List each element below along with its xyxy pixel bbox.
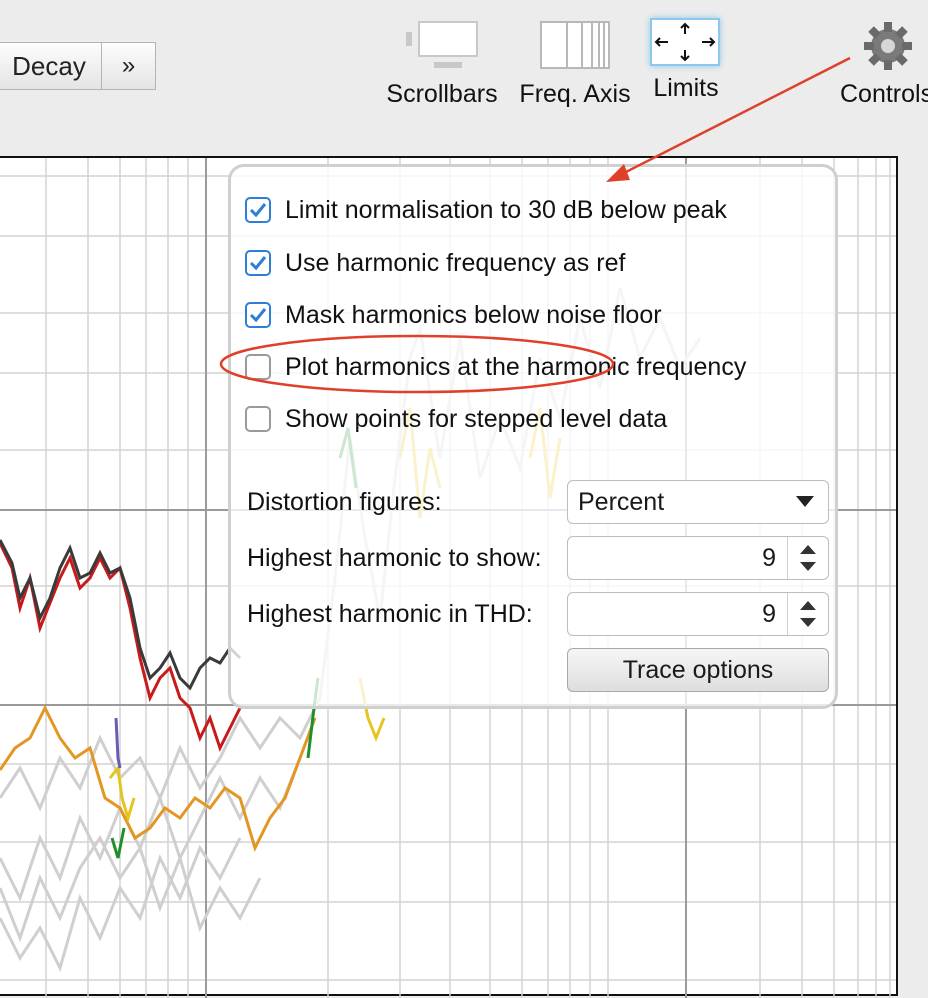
- highest-thd-value: 9: [762, 600, 776, 628]
- controls-label: Controls: [840, 80, 928, 108]
- more-tools-button[interactable]: »: [101, 42, 156, 90]
- stepper-up-icon[interactable]: [800, 545, 816, 554]
- plot-harmonics-label: Plot harmonics at the harmonic frequency: [285, 352, 747, 381]
- stepper-buttons[interactable]: [787, 593, 828, 635]
- scrollbars-icon: [406, 21, 478, 68]
- freq-axis-tool[interactable]: Freq. Axis: [516, 18, 634, 109]
- limit-normalisation-option[interactable]: Limit normalisation to 30 dB below peak: [245, 195, 727, 225]
- scrollbars-tool[interactable]: Scrollbars: [384, 18, 500, 109]
- distortion-figures-value: Percent: [578, 487, 665, 516]
- trace-options-button[interactable]: Trace options: [567, 648, 829, 692]
- stepper-up-icon[interactable]: [800, 601, 816, 610]
- highest-thd-label: Highest harmonic in THD:: [247, 600, 533, 628]
- mask-harmonics-option[interactable]: Mask harmonics below noise floor: [245, 300, 662, 330]
- limits-label: Limits: [653, 74, 719, 102]
- freq-axis-icon: [540, 21, 610, 69]
- limit-normalisation-label: Limit normalisation to 30 dB below peak: [285, 195, 727, 224]
- highest-show-label: Highest harmonic to show:: [247, 544, 542, 572]
- distortion-figures-label: Distortion figures:: [247, 488, 442, 516]
- highest-show-value: 9: [762, 544, 776, 572]
- highest-thd-stepper[interactable]: 9: [567, 592, 829, 636]
- limit-normalisation-checkbox[interactable]: [245, 197, 271, 223]
- plot-harmonics-option[interactable]: Plot harmonics at the harmonic frequency: [245, 352, 746, 382]
- mask-harmonics-checkbox[interactable]: [245, 302, 271, 328]
- gear-icon: [864, 22, 912, 70]
- harmonic-ref-checkbox[interactable]: [245, 250, 271, 276]
- stepper-down-icon[interactable]: [800, 618, 816, 627]
- orange-trace: [0, 704, 317, 853]
- stepped-points-option[interactable]: Show points for stepped level data: [245, 404, 667, 434]
- mask-harmonics-label: Mask harmonics below noise floor: [285, 300, 662, 329]
- decay-button[interactable]: Decay: [0, 42, 102, 90]
- limits-tool[interactable]: Limits: [650, 18, 722, 103]
- controls-tool[interactable]: Controls: [838, 18, 928, 109]
- plot-harmonics-checkbox[interactable]: [245, 354, 271, 380]
- freq-axis-label: Freq. Axis: [519, 80, 631, 108]
- highest-show-stepper[interactable]: 9: [567, 536, 829, 580]
- limits-icon: [650, 18, 720, 66]
- chevron-down-icon: [796, 496, 814, 507]
- distortion-figures-select[interactable]: Percent: [567, 480, 829, 524]
- scrollbars-label: Scrollbars: [386, 80, 498, 108]
- stepper-buttons[interactable]: [787, 537, 828, 579]
- harmonic-ref-option[interactable]: Use harmonic frequency as ref: [245, 248, 625, 278]
- stepped-points-checkbox[interactable]: [245, 406, 271, 432]
- controls-panel: Limit normalisation to 30 dB below peak …: [228, 164, 838, 709]
- stepped-points-label: Show points for stepped level data: [285, 404, 668, 433]
- harmonic-ref-label: Use harmonic frequency as ref: [285, 248, 626, 277]
- stepper-down-icon[interactable]: [800, 562, 816, 571]
